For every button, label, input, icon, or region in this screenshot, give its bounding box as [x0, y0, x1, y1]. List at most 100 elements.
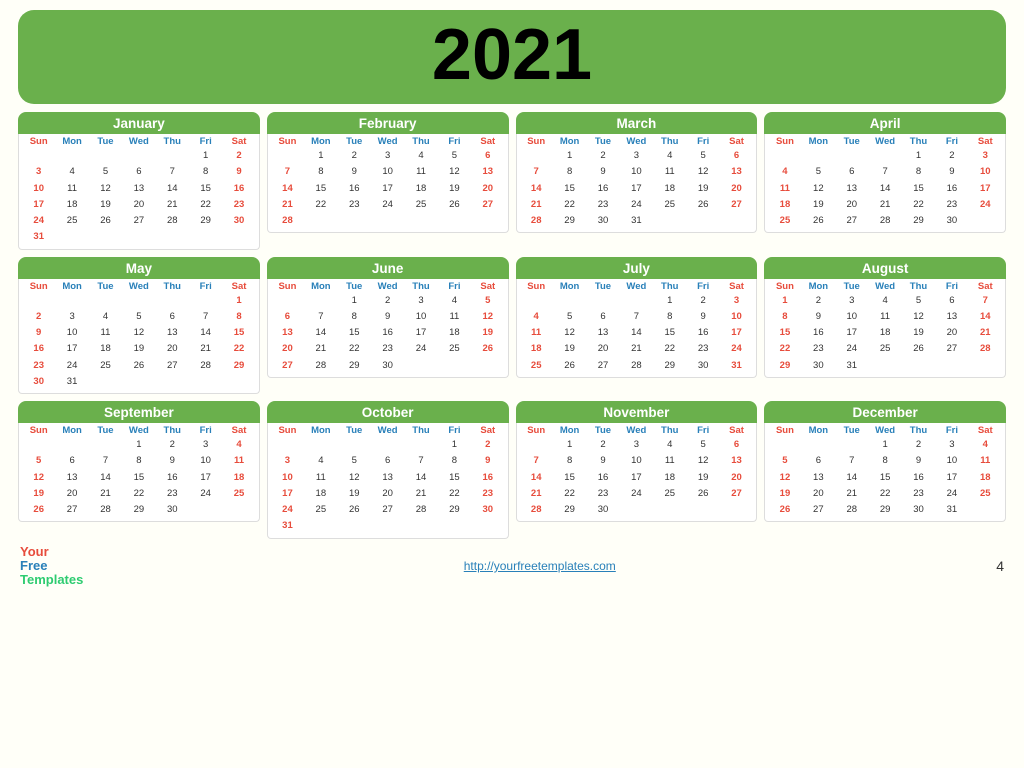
day-cell: 13	[835, 181, 868, 197]
day-cell	[338, 437, 371, 453]
day-cell: 13	[802, 470, 835, 486]
day-cell: 6	[371, 453, 404, 469]
days-grid: 1234567891011121314151617181920212223242…	[271, 148, 505, 229]
day-cell: 10	[271, 470, 304, 486]
day-cell: 10	[969, 164, 1002, 180]
day-cell: 10	[189, 453, 222, 469]
month-header-august: August	[764, 257, 1006, 279]
days-grid: 1234567891011121314151617181920212223242…	[22, 437, 256, 518]
day-cell: 22	[868, 486, 901, 502]
day-cell: 7	[156, 164, 189, 180]
day-cell: 19	[802, 197, 835, 213]
day-header-mon: Mon	[802, 136, 835, 147]
day-cell: 20	[122, 197, 155, 213]
day-cell: 5	[338, 453, 371, 469]
month-body-october: SunMonTueWedThuFriSat1234567891011121314…	[267, 423, 509, 539]
day-header-sat: Sat	[471, 281, 504, 292]
month-header-march: March	[516, 112, 758, 134]
day-cell: 27	[156, 358, 189, 374]
day-header-fri: Fri	[686, 281, 719, 292]
day-cell: 31	[55, 374, 88, 390]
day-cell: 7	[835, 453, 868, 469]
day-cell: 19	[122, 341, 155, 357]
day-header-sun: Sun	[22, 281, 55, 292]
day-cell: 17	[404, 325, 437, 341]
day-cell: 5	[553, 309, 586, 325]
day-cell: 29	[338, 358, 371, 374]
day-cell: 2	[935, 148, 968, 164]
day-cell	[768, 437, 801, 453]
day-cell: 24	[620, 197, 653, 213]
day-cell: 22	[553, 486, 586, 502]
day-cell: 28	[189, 358, 222, 374]
day-cell: 4	[404, 148, 437, 164]
day-cell: 14	[620, 325, 653, 341]
day-cell	[969, 358, 1002, 374]
day-cell: 22	[222, 341, 255, 357]
day-header-thu: Thu	[653, 281, 686, 292]
day-cell: 1	[122, 437, 155, 453]
day-cell: 28	[89, 502, 122, 518]
day-cell: 17	[620, 470, 653, 486]
day-header-wed: Wed	[371, 281, 404, 292]
day-cell: 4	[520, 309, 553, 325]
day-cell: 26	[686, 197, 719, 213]
day-header-thu: Thu	[653, 136, 686, 147]
day-cell	[471, 518, 504, 534]
day-cell: 3	[935, 437, 968, 453]
month-body-december: SunMonTueWedThuFriSat1234567891011121314…	[764, 423, 1006, 522]
day-cell: 27	[835, 213, 868, 229]
month-header-july: July	[516, 257, 758, 279]
day-cell	[520, 437, 553, 453]
day-cell	[720, 213, 753, 229]
day-cell: 10	[620, 164, 653, 180]
day-cell	[222, 502, 255, 518]
day-cell: 15	[122, 470, 155, 486]
day-header-wed: Wed	[122, 136, 155, 147]
day-cell: 22	[122, 486, 155, 502]
day-header-sun: Sun	[520, 425, 553, 436]
day-cell: 29	[553, 213, 586, 229]
day-cell: 26	[902, 341, 935, 357]
day-header-fri: Fri	[189, 136, 222, 147]
day-cell: 2	[22, 309, 55, 325]
day-cell: 26	[768, 502, 801, 518]
day-cell: 7	[520, 453, 553, 469]
day-header-wed: Wed	[371, 136, 404, 147]
day-cell: 11	[653, 164, 686, 180]
day-cell	[271, 293, 304, 309]
day-cell: 24	[969, 197, 1002, 213]
days-grid: 1234567891011121314151617181920212223242…	[520, 437, 754, 518]
day-cell: 17	[835, 325, 868, 341]
day-cell: 29	[438, 502, 471, 518]
day-cell: 14	[868, 181, 901, 197]
day-cell: 13	[935, 309, 968, 325]
day-cell	[122, 148, 155, 164]
day-cell: 23	[471, 486, 504, 502]
day-header-fri: Fri	[438, 281, 471, 292]
day-cell: 16	[338, 181, 371, 197]
month-body-july: SunMonTueWedThuFriSat1234567891011121314…	[516, 279, 758, 378]
days-grid: 1234567891011121314151617181920212223242…	[768, 148, 1002, 229]
day-cell: 13	[720, 164, 753, 180]
day-cell: 27	[720, 197, 753, 213]
day-cell: 25	[404, 197, 437, 213]
day-cell: 28	[304, 358, 337, 374]
month-body-january: SunMonTueWedThuFriSat1234567891011121314…	[18, 134, 260, 250]
day-cell: 18	[222, 470, 255, 486]
day-cell: 14	[520, 470, 553, 486]
day-header-tue: Tue	[586, 281, 619, 292]
day-cell: 7	[620, 309, 653, 325]
day-cell: 6	[835, 164, 868, 180]
day-cell: 9	[22, 325, 55, 341]
day-header-fri: Fri	[686, 425, 719, 436]
day-header-sat: Sat	[222, 136, 255, 147]
day-cell: 7	[520, 164, 553, 180]
day-cell: 21	[271, 197, 304, 213]
day-cell: 30	[902, 502, 935, 518]
day-cell: 11	[222, 453, 255, 469]
day-cell: 13	[471, 164, 504, 180]
footer-url[interactable]: http://yourfreetemplates.com	[464, 559, 616, 573]
day-cell	[720, 502, 753, 518]
day-cell: 11	[868, 309, 901, 325]
